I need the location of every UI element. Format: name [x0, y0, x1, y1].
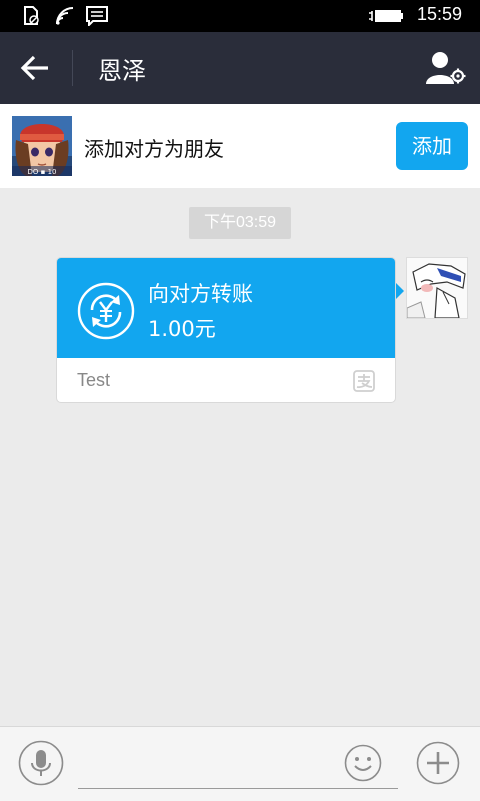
transfer-note: Test	[77, 370, 111, 390]
battery-charging-icon	[369, 10, 403, 22]
microphone-icon[interactable]	[18, 740, 64, 786]
header-divider	[72, 50, 73, 86]
transfer-message-card[interactable]: 向对方转账 1.00元 Test	[57, 258, 395, 402]
message-timestamp: 下午03:59	[189, 207, 291, 239]
plus-icon[interactable]	[416, 741, 460, 785]
message-input-underline	[78, 788, 398, 789]
bubble-arrow	[395, 282, 404, 300]
page-title: 恩泽	[98, 57, 146, 85]
wifi-icon	[56, 7, 74, 25]
avatar-badge: DO ▪ 10	[27, 168, 56, 176]
sender-avatar[interactable]	[407, 258, 467, 318]
status-bar: 15:59	[0, 0, 480, 32]
sender-avatar-image	[407, 258, 467, 318]
yen-transfer-icon	[77, 282, 135, 340]
alipay-icon	[353, 370, 375, 392]
contact-settings-icon[interactable]	[424, 48, 466, 88]
back-arrow-icon[interactable]	[14, 50, 54, 86]
status-time: 15:59	[416, 4, 462, 24]
avatar-image: DO ▪ 10	[12, 116, 72, 176]
header: 恩泽	[0, 32, 480, 104]
add-friend-banner: DO ▪ 10 添加对方为朋友 添加	[0, 104, 480, 188]
add-friend-button[interactable]: 添加	[396, 122, 468, 170]
input-bar	[0, 726, 480, 801]
transfer-amount: 1.00元	[148, 317, 216, 341]
add-friend-prompt: 添加对方为朋友	[84, 137, 224, 161]
emoji-icon[interactable]	[344, 744, 382, 782]
avatar[interactable]: DO ▪ 10	[12, 116, 72, 176]
message-notification-icon	[86, 6, 108, 26]
transfer-card-header: 向对方转账 1.00元	[57, 258, 395, 358]
transfer-title: 向对方转账	[148, 282, 253, 306]
no-sim-icon	[24, 6, 39, 25]
